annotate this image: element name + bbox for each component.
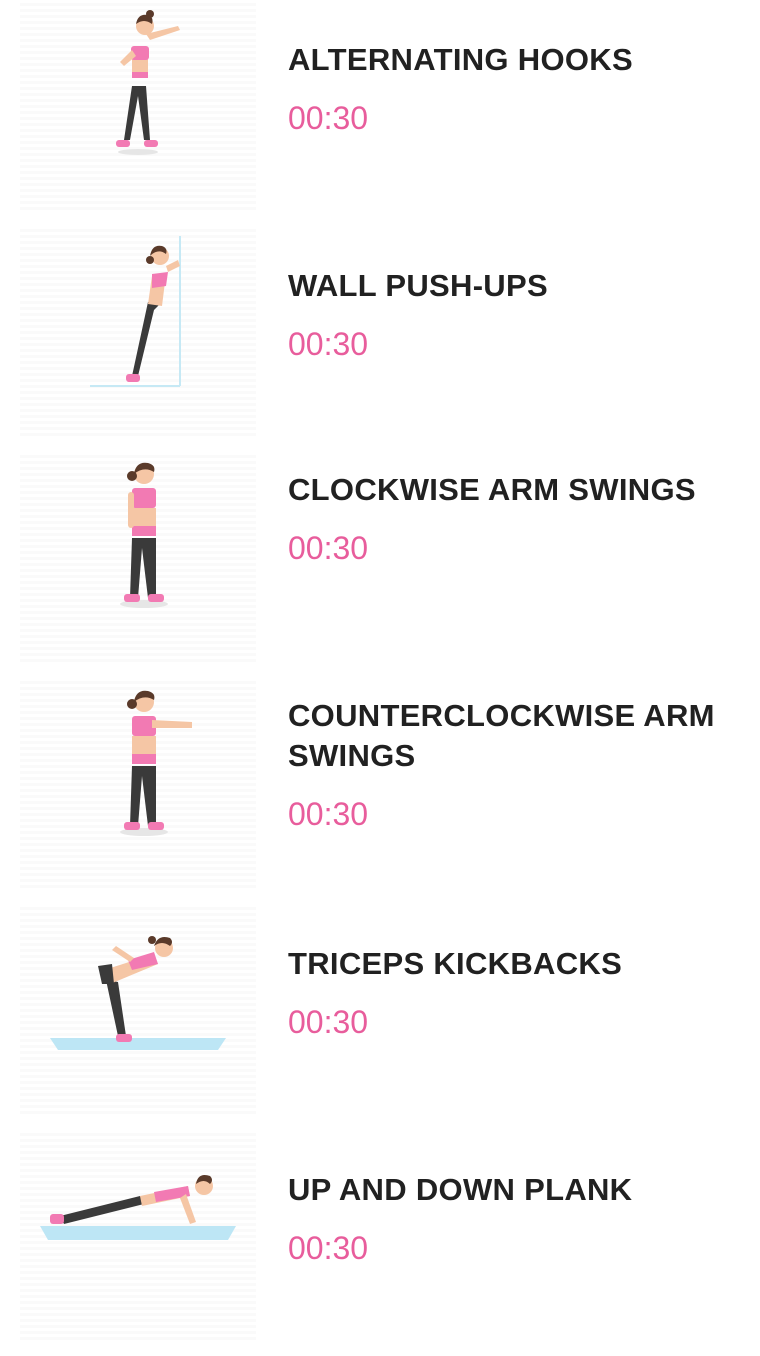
triceps-kickbacks-figure-icon bbox=[50, 936, 226, 1050]
exercise-name: UP AND DOWN PLANK bbox=[288, 1172, 633, 1207]
exercise-duration: 00:30 bbox=[288, 1230, 369, 1266]
counterclockwise-arm-swings-figure-icon bbox=[120, 690, 192, 836]
exercise-illustration bbox=[20, 678, 256, 888]
list-item[interactable]: WALL PUSH-UPS 00:30 bbox=[0, 226, 760, 452]
exercise-duration: 00:30 bbox=[288, 796, 369, 832]
alternating-hooks-figure-icon bbox=[116, 10, 180, 155]
exercise-name: ALTERNATING HOOKS bbox=[288, 42, 633, 77]
exercise-illustration bbox=[20, 1130, 256, 1340]
exercise-name: WALL PUSH-UPS bbox=[288, 268, 548, 303]
exercise-duration: 00:30 bbox=[288, 530, 369, 566]
exercise-duration: 00:30 bbox=[288, 100, 369, 136]
exercise-illustration bbox=[20, 452, 256, 662]
plank-figure-icon bbox=[40, 1175, 236, 1240]
exercise-list: ALTERNATING HOOKS 00:30 WALL PUSH-UPS 00… bbox=[0, 0, 760, 1340]
exercise-name: COUNTERCLOCKWISE ARM SWINGS bbox=[288, 698, 715, 773]
list-item[interactable]: CLOCKWISE ARM SWINGS 00:30 bbox=[0, 452, 760, 678]
list-item[interactable]: TRICEPS KICKBACKS 00:30 bbox=[0, 904, 760, 1130]
exercise-illustration bbox=[20, 904, 256, 1114]
exercise-illustration bbox=[20, 0, 256, 210]
exercise-duration: 00:30 bbox=[288, 326, 369, 362]
exercise-name: CLOCKWISE ARM SWINGS bbox=[288, 472, 696, 507]
clockwise-arm-swings-figure-icon bbox=[120, 462, 168, 608]
list-item[interactable]: ALTERNATING HOOKS 00:30 bbox=[0, 0, 760, 226]
wall-pushup-figure-icon bbox=[90, 236, 181, 387]
exercise-illustration bbox=[20, 226, 256, 436]
list-item[interactable]: UP AND DOWN PLANK 00:30 bbox=[0, 1130, 760, 1356]
list-item[interactable]: COUNTERCLOCKWISE ARM SWINGS 00:30 bbox=[0, 678, 760, 904]
exercise-duration: 00:30 bbox=[288, 1004, 369, 1040]
exercise-name: TRICEPS KICKBACKS bbox=[288, 946, 623, 981]
